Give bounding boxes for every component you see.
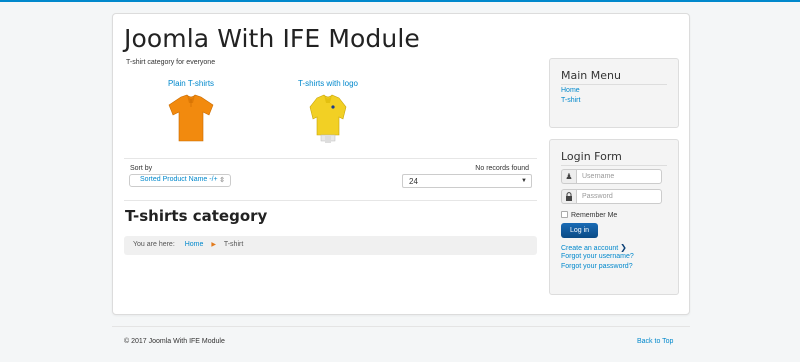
divider xyxy=(561,84,667,85)
sort-by-label: Sort by xyxy=(130,165,153,172)
login-title: Login Form xyxy=(561,150,622,163)
sort-select[interactable]: Sorted Product Name -/+ ⇳ xyxy=(129,174,231,187)
orange-polo-shirt-icon[interactable] xyxy=(165,93,217,143)
breadcrumb-current: T-shirt xyxy=(223,241,244,248)
remember-me[interactable]: Remember Me xyxy=(561,211,617,219)
category-item-logo: T-shirts with logo xyxy=(278,79,378,143)
username-row: ♟ Username xyxy=(561,169,664,184)
divider xyxy=(124,200,537,201)
category-item-plain: Plain T-shirts xyxy=(141,79,241,143)
category-link-tshirts-with-logo[interactable]: T-shirts with logo xyxy=(278,79,378,88)
category-link-plain-tshirts[interactable]: Plain T-shirts xyxy=(141,79,241,88)
create-account-link[interactable]: Create an account ❯ xyxy=(561,243,627,252)
copyright: © 2017 Joomla With IFE Module xyxy=(124,338,225,345)
footer-divider xyxy=(112,326,690,327)
breadcrumb-separator-icon: ▶ xyxy=(211,242,216,248)
yellow-polo-shirt-icon[interactable] xyxy=(302,93,354,143)
main-menu-title: Main Menu xyxy=(561,69,621,82)
main-menu-module: Main Menu Home T-shirt xyxy=(549,58,679,128)
limit-select[interactable]: 24 ▼ xyxy=(402,174,532,188)
password-row: Password xyxy=(561,189,664,204)
login-button[interactable]: Log in xyxy=(561,223,598,238)
back-to-top-link[interactable]: Back to Top xyxy=(637,338,673,345)
site-description: T-shirt category for everyone xyxy=(126,59,216,66)
forgot-username-link[interactable]: Forgot your username? xyxy=(561,253,634,260)
chevron-right-icon: ❯ xyxy=(620,243,627,252)
divider xyxy=(561,165,667,166)
limit-select-value: 24 xyxy=(409,177,418,186)
user-icon: ♟ xyxy=(561,169,576,184)
site-title[interactable]: Joomla With IFE Module xyxy=(124,24,420,53)
breadcrumb-label: You are here: xyxy=(133,241,175,248)
menu-item-tshirt[interactable]: T-shirt xyxy=(561,97,580,104)
create-account-label: Create an account xyxy=(561,245,619,252)
remember-checkbox[interactable] xyxy=(561,211,568,218)
sort-icon: ⇳ xyxy=(219,177,225,184)
lock-icon xyxy=(561,189,576,204)
breadcrumb-home[interactable]: Home xyxy=(185,241,204,248)
password-input[interactable]: Password xyxy=(576,189,662,204)
menu-item-home[interactable]: Home xyxy=(561,87,580,94)
login-module: Login Form ♟ Username Password Remember … xyxy=(549,139,679,295)
username-input[interactable]: Username xyxy=(576,169,662,184)
page-card: Joomla With IFE Module T-shirt category … xyxy=(112,13,690,315)
remember-label: Remember Me xyxy=(571,212,618,219)
category-heading: T-shirts category xyxy=(125,207,268,225)
forgot-password-link[interactable]: Forgot your password? xyxy=(561,263,633,270)
caret-down-icon: ▼ xyxy=(521,178,527,184)
sort-select-value: Sorted Product Name -/+ xyxy=(140,176,218,183)
divider xyxy=(124,158,537,159)
records-count: No records found xyxy=(475,165,529,172)
breadcrumb: You are here: Home ▶ T-shirt xyxy=(124,236,537,255)
